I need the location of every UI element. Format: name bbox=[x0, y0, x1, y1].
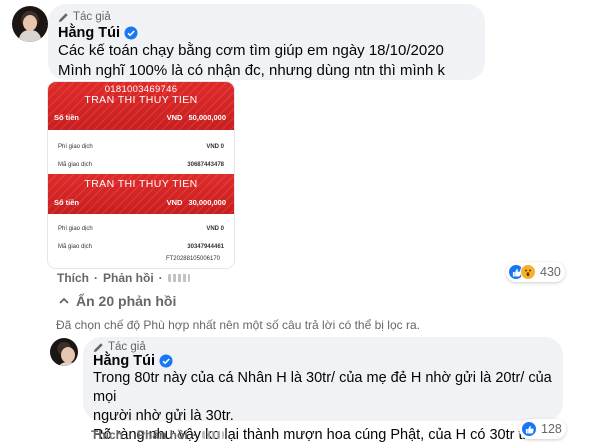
author-badge-label: Tác giả bbox=[108, 341, 146, 353]
reply-link[interactable]: Phản hồi bbox=[103, 271, 154, 285]
like-link[interactable]: Thích bbox=[57, 271, 89, 285]
like-link[interactable]: Thích bbox=[91, 428, 123, 442]
fee-value: VND 0 bbox=[206, 144, 224, 150]
like-icon bbox=[521, 421, 537, 437]
txn-label: Mã giao dịch bbox=[58, 244, 93, 250]
chevron-up-icon bbox=[59, 297, 69, 304]
currency: VND bbox=[166, 113, 183, 122]
hide-replies-button[interactable]: Ẩn 20 phản hồi bbox=[58, 293, 176, 309]
fee-label: Phí giao dịch bbox=[58, 226, 93, 232]
bank-receipt-image[interactable]: 0181003469746 TRAN THI THUY TIEN Số tiền… bbox=[48, 82, 234, 268]
author-badge: Tác giả bbox=[93, 341, 553, 353]
wow-icon bbox=[520, 264, 536, 280]
reaction-count: 430 bbox=[540, 265, 561, 279]
comment-line: Các kế toán chạy bằng cơm tìm giúp em ng… bbox=[58, 42, 444, 59]
author-avatar[interactable] bbox=[50, 338, 78, 366]
reply-link[interactable]: Phản hồi bbox=[137, 428, 188, 442]
txn-id: 30687443478 bbox=[187, 162, 224, 168]
comment-line: người nhờ gửi là 30tr. bbox=[93, 408, 234, 424]
reaction-summary[interactable]: 430 bbox=[506, 262, 565, 282]
txn-label: Mã giao dịch bbox=[58, 162, 93, 168]
reaction-summary[interactable]: 128 bbox=[519, 419, 566, 439]
timestamp-blurred bbox=[167, 274, 190, 282]
author-avatar[interactable] bbox=[12, 6, 48, 42]
amount: 30,000,000 bbox=[188, 198, 226, 207]
ft-code: FT20288105006170 bbox=[165, 256, 220, 262]
author-badge: Tác giả bbox=[58, 11, 475, 23]
comment-actions: Thích · Phản hồi · bbox=[57, 271, 190, 285]
comment-actions: Thích · Phản hồi · bbox=[91, 428, 224, 442]
recipient-name: TRAN THI THUY TIEN bbox=[84, 178, 198, 190]
fee-label: Phí giao dịch bbox=[58, 144, 93, 150]
verified-icon bbox=[159, 354, 173, 368]
txn-id: 30347944461 bbox=[187, 244, 224, 250]
currency: VND bbox=[166, 198, 183, 207]
pen-icon bbox=[58, 12, 68, 22]
verified-icon bbox=[124, 26, 138, 40]
recipient-name: TRAN THI THUY TIEN bbox=[84, 94, 198, 106]
amount: 50,000,000 bbox=[188, 113, 226, 122]
receipt-header-2: TRAN THI THUY TIEN Số tiền VND 30,000,000 bbox=[48, 174, 234, 214]
pen-icon bbox=[93, 342, 103, 352]
amount-label: Số tiền bbox=[54, 113, 80, 122]
hide-replies-label: Ẩn 20 phản hồi bbox=[76, 293, 177, 309]
reply-bubble: Tác giả Hằng Túi Trong 80tr này của cá N… bbox=[83, 337, 563, 443]
timestamp-blurred bbox=[201, 431, 224, 439]
receipt-header-1: 0181003469746 TRAN THI THUY TIEN Số tiền… bbox=[48, 82, 234, 130]
comment-line: Trong 80tr này của cá Nhân H là 30tr/ củ… bbox=[93, 370, 552, 405]
comment-bubble: Tác giả Hằng Túi Các kế toán chạy bằng c… bbox=[48, 4, 485, 99]
amount-label: Số tiền bbox=[54, 198, 80, 207]
author-badge-label: Tác giả bbox=[73, 11, 111, 23]
filter-notice: Đã chọn chế độ Phù hợp nhất nên một số c… bbox=[56, 318, 420, 332]
author-name[interactable]: Hằng Túi bbox=[93, 353, 155, 369]
author-name[interactable]: Hằng Túi bbox=[58, 25, 120, 41]
reaction-count: 128 bbox=[541, 422, 562, 436]
fee-value: VND 0 bbox=[206, 226, 224, 232]
